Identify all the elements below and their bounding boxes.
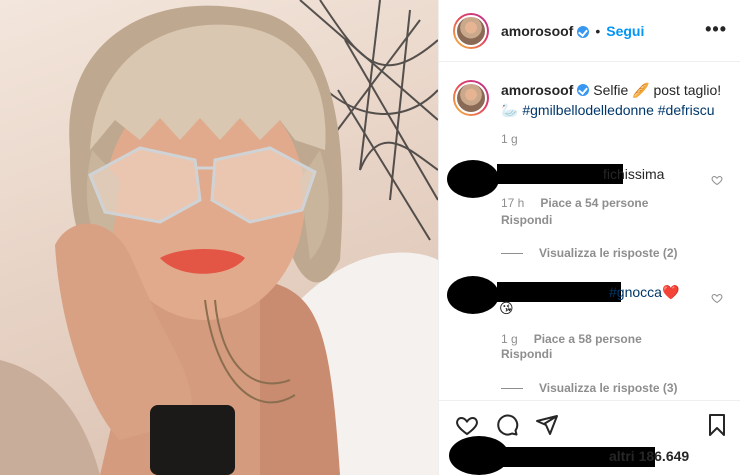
verified-badge-icon (577, 25, 590, 38)
caption-hashtags[interactable]: #gmilbellodelledonne #defriscu (522, 102, 714, 118)
follow-button[interactable]: Segui (606, 23, 644, 39)
save-icon[interactable] (705, 413, 729, 437)
post-header: amorosoof • Segui ••• (439, 0, 740, 62)
comment-meta: 1 g Piace a 58 persone (501, 332, 642, 346)
commenter-avatar[interactable] (447, 276, 499, 314)
comment-likes[interactable]: Piace a 54 persone (540, 196, 648, 210)
verified-badge-icon (577, 84, 590, 96)
likes-count[interactable]: altri 186.649 (609, 448, 689, 464)
heart-icon[interactable] (455, 413, 479, 437)
caption-username[interactable]: amorosoof (501, 82, 573, 98)
instagram-post-view: amorosoof • Segui ••• amorosoof Selfie 🥖… (0, 0, 740, 475)
like-comment-heart-icon[interactable] (711, 174, 723, 186)
reply-button[interactable]: Rispondi (501, 213, 552, 227)
author-username[interactable]: amorosoof (501, 23, 573, 39)
reply-button[interactable]: Rispondi (501, 347, 552, 361)
heart-emoji: ❤️ (661, 284, 680, 300)
comment-text: #gnocca❤️ (609, 284, 679, 301)
redacted-username (497, 282, 621, 302)
kiss-emoji: 😘 (499, 300, 514, 316)
comment-likes[interactable]: Piace a 58 persone (534, 332, 642, 346)
caption-timestamp[interactable]: 1 g (501, 132, 733, 146)
comment-time[interactable]: 1 g (501, 332, 518, 346)
comment-time[interactable]: 17 h (501, 196, 524, 210)
comment-meta: 17 h Piace a 54 persone (501, 196, 648, 210)
view-replies-button[interactable]: Visualizza le risposte (2) (501, 246, 678, 260)
post-side-panel: amorosoof • Segui ••• amorosoof Selfie 🥖… (438, 0, 740, 475)
commenter-avatar[interactable] (447, 160, 499, 198)
separator-dot: • (595, 22, 601, 39)
caption-avatar[interactable] (453, 80, 489, 116)
caption-emoji: 🦢 (501, 102, 523, 118)
more-options-icon[interactable]: ••• (705, 20, 727, 38)
likes-summary: altri 186.649 (439, 436, 740, 475)
replies-divider (501, 387, 523, 389)
comment-icon[interactable] (495, 413, 519, 437)
author-avatar[interactable] (453, 12, 489, 49)
view-replies-label: Visualizza le risposte (2) (539, 246, 678, 260)
comment-hashtag[interactable]: #gnocca (609, 284, 662, 300)
comment-text: fichissima (603, 166, 665, 182)
post-photo[interactable] (0, 0, 438, 475)
caption-text: amorosoof Selfie 🥖 post taglio! 🦢 #gmilb… (501, 80, 731, 120)
selfie-image (0, 0, 438, 475)
caption-body: Selfie 🥖 post taglio! (593, 82, 722, 98)
view-replies-button[interactable]: Visualizza le risposte (3) (501, 381, 678, 395)
like-comment-heart-icon[interactable] (711, 292, 723, 304)
post-caption: amorosoof Selfie 🥖 post taglio! 🦢 #gmilb… (453, 80, 733, 146)
view-replies-label: Visualizza le risposte (3) (539, 381, 678, 395)
share-icon[interactable] (535, 413, 559, 437)
replies-divider (501, 252, 523, 254)
